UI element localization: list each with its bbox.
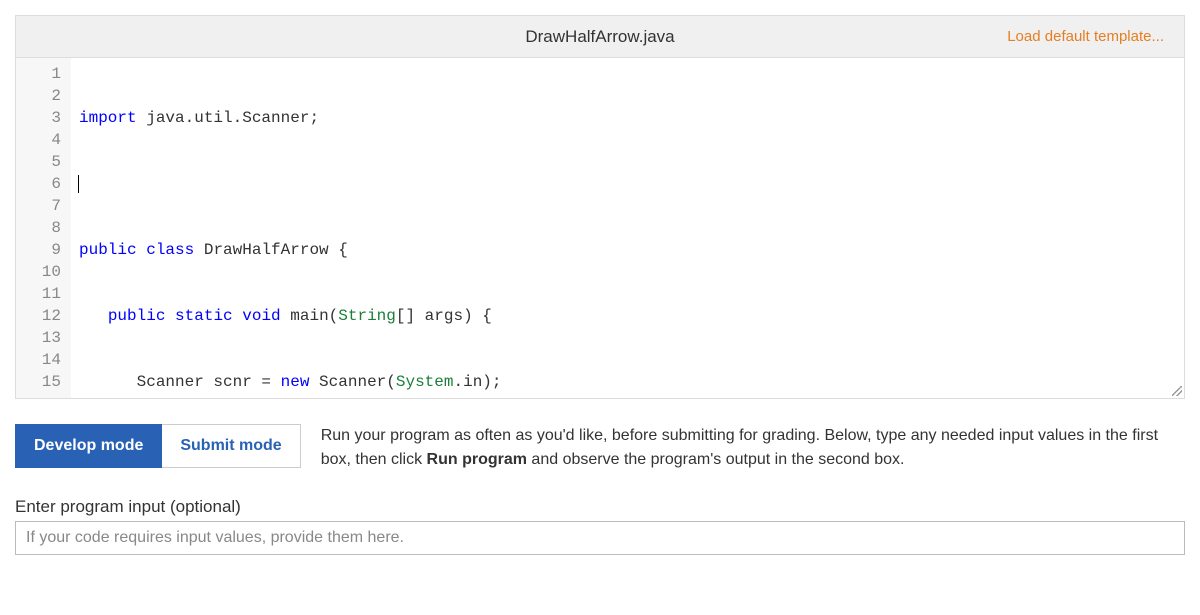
load-template-link[interactable]: Load default template... bbox=[1007, 28, 1164, 45]
program-input-field[interactable] bbox=[15, 521, 1185, 555]
instructions-post: and observe the program's output in the … bbox=[527, 451, 905, 468]
line-number: 12 bbox=[16, 305, 71, 327]
line-number: 4 bbox=[16, 129, 71, 151]
line-number: 6 bbox=[16, 173, 71, 195]
mode-section: Develop mode Submit mode Run your progra… bbox=[15, 424, 1185, 472]
line-number: 10 bbox=[16, 261, 71, 283]
tab-submit-mode[interactable]: Submit mode bbox=[162, 424, 300, 468]
line-number: 14 bbox=[16, 349, 71, 371]
input-section: Enter program input (optional) bbox=[15, 497, 1185, 555]
mode-tabs: Develop mode Submit mode bbox=[15, 424, 301, 468]
line-gutter: 123456789101112131415 bbox=[16, 58, 71, 398]
file-name: DrawHalfArrow.java bbox=[525, 27, 674, 47]
tab-develop-mode[interactable]: Develop mode bbox=[15, 424, 162, 468]
line-number: 1 bbox=[16, 63, 71, 85]
input-label: Enter program input (optional) bbox=[15, 497, 1185, 517]
line-number: 15 bbox=[16, 371, 71, 393]
line-number: 8 bbox=[16, 217, 71, 239]
instructions-bold: Run program bbox=[427, 451, 527, 468]
line-number: 13 bbox=[16, 327, 71, 349]
editor-header: DrawHalfArrow.java Load default template… bbox=[16, 16, 1184, 58]
line-number: 9 bbox=[16, 239, 71, 261]
line-number: 3 bbox=[16, 107, 71, 129]
instructions-text: Run your program as often as you'd like,… bbox=[321, 424, 1185, 472]
line-number: 5 bbox=[16, 151, 71, 173]
editor-container: DrawHalfArrow.java Load default template… bbox=[15, 15, 1185, 399]
code-editor[interactable]: 123456789101112131415 import java.util.S… bbox=[16, 58, 1184, 398]
line-number: 11 bbox=[16, 283, 71, 305]
resize-handle-icon[interactable] bbox=[1172, 386, 1182, 396]
code-content[interactable]: import java.util.Scanner; public class D… bbox=[71, 58, 1184, 398]
line-number: 7 bbox=[16, 195, 71, 217]
line-number: 2 bbox=[16, 85, 71, 107]
